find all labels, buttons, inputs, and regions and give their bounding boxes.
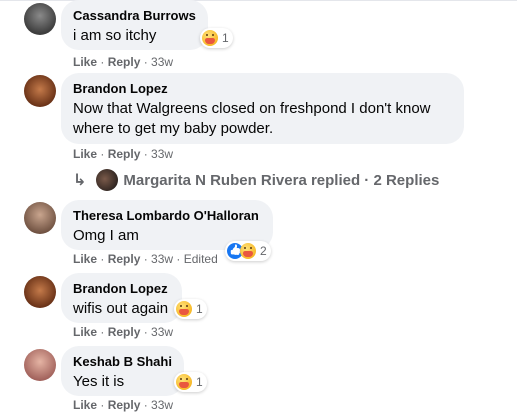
separator: · xyxy=(97,147,108,161)
avatar[interactable] xyxy=(24,202,56,234)
like-button[interactable]: Like xyxy=(73,325,97,339)
comment-bubble: Brandon Lopez wifis out again xyxy=(61,273,182,323)
reply-arrow-icon: ↳ xyxy=(73,172,87,189)
like-button[interactable]: Like xyxy=(73,147,97,161)
reply-button[interactable]: Reply xyxy=(108,252,141,266)
separator: · xyxy=(140,147,152,161)
comment-actions: Like · Reply · 33w xyxy=(73,54,173,70)
comment-actions: Like · Reply · 33w xyxy=(73,324,173,340)
avatar[interactable] xyxy=(24,349,56,381)
replies-summary-text: Margarita N Ruben Rivera replied · 2 Rep… xyxy=(123,171,440,189)
separator: · xyxy=(140,398,152,412)
comment-text: wifis out again xyxy=(73,300,169,317)
edited-label[interactable]: Edited xyxy=(184,252,218,266)
care-reaction-icon xyxy=(240,243,256,259)
reaction-badge[interactable]: 2 xyxy=(225,241,271,261)
care-reaction-icon xyxy=(202,30,218,46)
separator: · xyxy=(97,325,108,339)
comment-actions: Like · Reply · 33w xyxy=(73,146,173,162)
like-button[interactable]: Like xyxy=(73,252,97,266)
reply-button[interactable]: Reply xyxy=(108,147,141,161)
comment-author[interactable]: Theresa Lombardo O'Halloran xyxy=(73,208,261,224)
comment-text: Yes it is xyxy=(73,373,125,390)
avatar[interactable] xyxy=(24,3,56,35)
reply-button[interactable]: Reply xyxy=(108,398,141,412)
reaction-badge[interactable]: 1 xyxy=(174,299,207,319)
timestamp[interactable]: 33w xyxy=(151,398,173,412)
comment-bubble: Keshab B Shahi Yes it is xyxy=(61,346,184,396)
comment-author[interactable]: Cassandra Burrows xyxy=(73,8,196,24)
reaction-badge[interactable]: 1 xyxy=(200,28,233,48)
comment-actions: Like · Reply · 33w · Edited xyxy=(73,251,218,267)
separator: · xyxy=(97,252,108,266)
reaction-count: 1 xyxy=(222,31,229,45)
like-button[interactable]: Like xyxy=(73,398,97,412)
timestamp[interactable]: 33w xyxy=(151,252,173,266)
care-reaction-icon xyxy=(176,301,192,317)
reaction-badge[interactable]: 1 xyxy=(174,372,207,392)
comment-author[interactable]: Brandon Lopez xyxy=(73,281,170,297)
separator: · xyxy=(97,55,108,69)
comment-actions: Like · Reply · 33w xyxy=(73,397,173,413)
reaction-count: 1 xyxy=(196,302,203,316)
like-button[interactable]: Like xyxy=(73,55,97,69)
separator: · xyxy=(140,55,152,69)
comment-bubble: Cassandra Burrows i am so itchy xyxy=(61,0,208,50)
comment-bubble: Brandon Lopez Now that Walgreens closed … xyxy=(61,73,464,144)
reply-button[interactable]: Reply xyxy=(108,325,141,339)
separator: · xyxy=(140,325,152,339)
replier-avatar xyxy=(96,169,119,191)
comment-author[interactable]: Keshab B Shahi xyxy=(73,354,172,370)
comment-author[interactable]: Brandon Lopez xyxy=(73,81,452,97)
separator: · xyxy=(173,252,184,266)
reaction-count: 2 xyxy=(260,244,267,258)
separator: · xyxy=(140,252,152,266)
reply-button[interactable]: Reply xyxy=(108,55,141,69)
comment-text-line: where to get my baby powder. xyxy=(73,120,274,137)
separator: · xyxy=(97,398,108,412)
view-replies-link[interactable]: ↳ Margarita N Ruben Rivera replied · 2 R… xyxy=(73,169,439,191)
timestamp[interactable]: 33w xyxy=(151,55,173,69)
reaction-count: 1 xyxy=(196,375,203,389)
care-reaction-icon xyxy=(176,374,192,390)
avatar[interactable] xyxy=(24,75,56,107)
timestamp[interactable]: 33w xyxy=(151,147,173,161)
comment-text-line: Now that Walgreens closed on freshpond I… xyxy=(73,100,431,117)
comment-text: i am so itchy xyxy=(73,27,157,44)
avatar[interactable] xyxy=(24,276,56,308)
timestamp[interactable]: 33w xyxy=(151,325,173,339)
